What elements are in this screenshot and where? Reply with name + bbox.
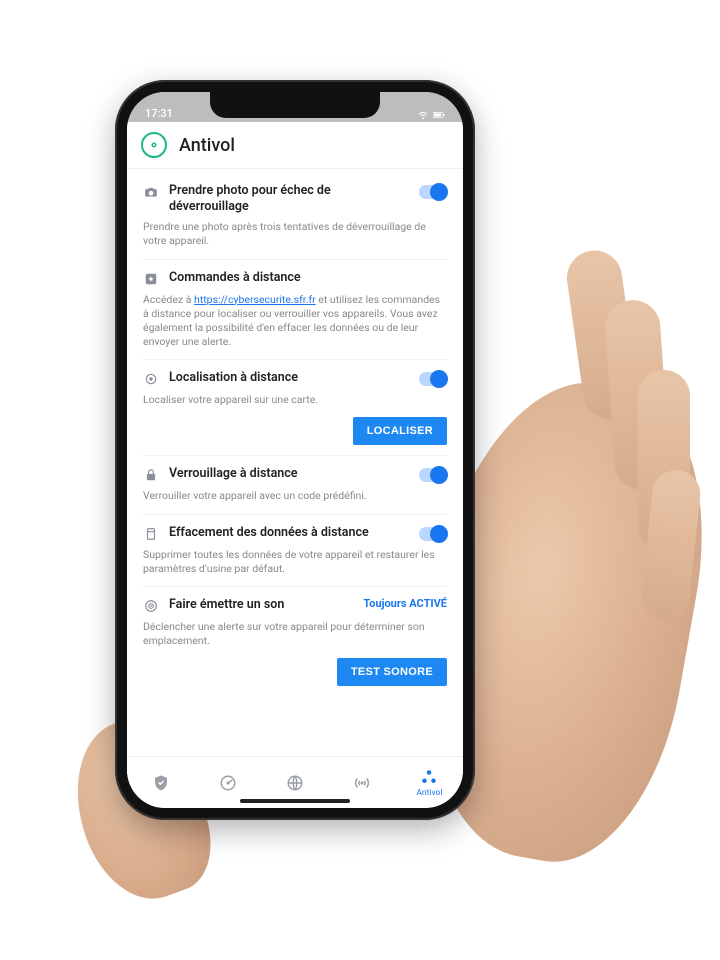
setting-desc: Déclencher une alerte sur votre appareil… [143, 620, 447, 648]
setting-desc: Localiser votre appareil sur une carte. [143, 393, 447, 407]
broadcast-icon [353, 774, 371, 792]
setting-title: Effacement des données à distance [169, 525, 409, 541]
setting-desc: Supprimer toutes les données de votre ap… [143, 548, 447, 576]
setting-remote-commands: Commandes à distance Accédez à https://c… [143, 260, 447, 361]
cybersecurite-link[interactable]: https://cybersecurite.sfr.fr [194, 293, 316, 306]
phone-notch [210, 92, 380, 118]
locate-button[interactable]: LOCALISER [353, 417, 447, 445]
setting-remote-erase: Effacement des données à distance Suppri… [143, 515, 447, 587]
toggle-photo[interactable] [419, 185, 447, 199]
toggle-erase[interactable] [419, 527, 447, 541]
setting-title: Prendre photo pour échec de déverrouilla… [169, 183, 409, 214]
home-indicator[interactable] [240, 799, 350, 803]
app-bar: Antivol [127, 122, 463, 169]
erase-icon [143, 526, 159, 542]
settings-content[interactable]: Prendre photo pour échec de déverrouilla… [127, 169, 463, 756]
nodes-icon [420, 768, 438, 786]
nav-tab-network[interactable] [329, 774, 396, 792]
sound-test-button[interactable]: TEST SONORE [337, 658, 447, 686]
setting-title: Verrouillage à distance [169, 466, 409, 482]
setting-title: Commandes à distance [169, 270, 447, 286]
nav-tab-antivol[interactable]: Antivol [396, 768, 463, 798]
nav-tab-protection[interactable] [127, 774, 194, 792]
nav-tab-scan[interactable] [194, 774, 261, 792]
locate-icon [143, 371, 159, 387]
setting-remote-locate: Localisation à distance Localiser votre … [143, 360, 447, 456]
battery-icon [433, 110, 445, 120]
status-time: 17:31 [145, 107, 173, 120]
setting-emit-sound: Faire émettre un son Toujours ACTIVÉ Déc… [143, 587, 447, 696]
shield-check-icon [152, 774, 170, 792]
phone-frame: 17:31 Antivol Prendre photo pour échec d… [115, 80, 475, 820]
page-title: Antivol [179, 135, 235, 156]
sound-icon [143, 598, 159, 614]
remote-icon [143, 271, 159, 287]
wifi-icon [417, 110, 429, 120]
nav-label: Antivol [416, 788, 442, 798]
setting-remote-lock: Verrouillage à distance Verrouiller votr… [143, 456, 447, 514]
nav-tab-vpn[interactable] [261, 774, 328, 792]
app-icon [141, 132, 167, 158]
radar-icon [219, 774, 237, 792]
setting-title: Localisation à distance [169, 370, 409, 386]
setting-photo-on-unlock-fail: Prendre photo pour échec de déverrouilla… [143, 173, 447, 260]
toggle-lock[interactable] [419, 468, 447, 482]
setting-desc: Accédez à https://cybersecurite.sfr.fr e… [143, 293, 447, 350]
phone-screen: 17:31 Antivol Prendre photo pour échec d… [127, 92, 463, 808]
camera-icon [143, 184, 159, 200]
setting-desc: Verrouiller votre appareil avec un code … [143, 489, 447, 503]
setting-title: Faire émettre un son [169, 597, 353, 613]
sound-always-on-label: Toujours ACTIVÉ [363, 597, 447, 610]
globe-icon [286, 774, 304, 792]
setting-desc: Prendre une photo après trois tentatives… [143, 220, 447, 248]
toggle-locate[interactable] [419, 372, 447, 386]
lock-icon [143, 467, 159, 483]
